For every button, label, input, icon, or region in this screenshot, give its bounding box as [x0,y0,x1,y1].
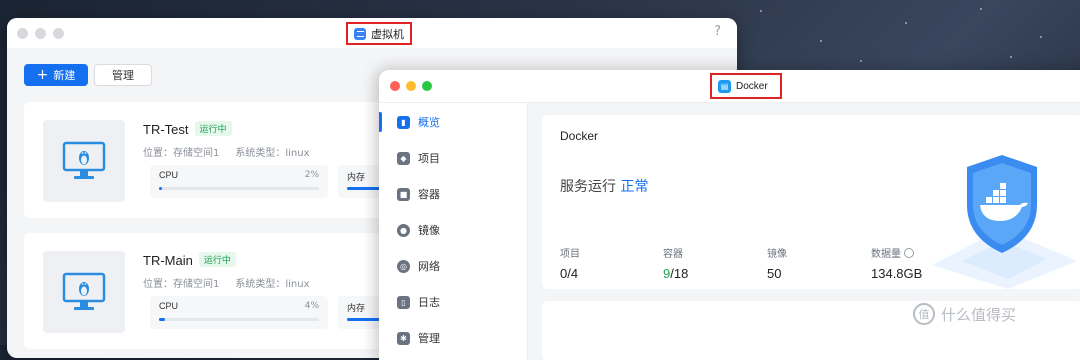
close-dot[interactable] [17,28,28,39]
linux-monitor-icon [43,120,125,202]
plus-icon: + [36,67,49,83]
cpu-track [159,318,319,321]
status-badge: 运行中 [194,121,232,136]
sidebar-item-overview[interactable]: ▮ 概览 [379,109,527,135]
new-vm-button[interactable]: + 新建 [24,64,88,86]
memory-label: 内存 [347,303,366,313]
maximize-dot[interactable] [53,28,64,39]
memory-label: 内存 [347,172,366,182]
vm-location: 位置：存储空间1 [143,279,220,290]
stat-label: 数据量 [871,245,922,260]
sidebar-item-projects[interactable]: ◆ 项目 [379,145,527,171]
docker-window-title: ▤ Docker [710,73,782,99]
sidebar-item-containers[interactable]: ■ 容器 [379,181,527,207]
vm-location: 位置：存储空间1 [143,148,220,159]
cpu-label: CPU [159,301,179,311]
stat-label: 容器 [663,249,683,260]
window-controls [17,28,64,39]
cpu-fill [159,318,166,321]
cpu-meter: CPU 4% [150,296,328,329]
vm-app-icon [354,27,366,40]
docker-title-text: Docker [736,80,768,92]
sidebar-item-label: 日志 [418,296,440,309]
cpu-track [159,187,319,190]
stat-value: 50 [767,266,782,281]
stat-label: 项目 [560,249,580,260]
site-watermark: 值 什么值得买 [913,303,1016,325]
stat-data-size: 数据量 134.8GB [871,245,922,281]
sidebar-item-label: 概览 [418,116,440,129]
docker-shield-illustration [932,155,1077,289]
book-icon: ▯ [397,295,410,309]
data-size-label: 数据量 [871,249,901,260]
watermark-text: 什么值得买 [941,305,1017,324]
sidebar-item-label: 管理 [418,332,440,345]
cpu-label: CPU [159,170,179,180]
sidebar-item-label: 容器 [418,188,440,201]
vm-name: TR-Test 运行中 [143,121,232,137]
docker-whale-icon: ▤ [718,79,731,93]
vm-titlebar: 虚拟机 ? [7,18,737,48]
stat-value: 134.8GB [871,266,923,281]
vm-name-text: TR-Test [143,122,189,137]
sidebar-item-logs[interactable]: ▯ 日志 [379,289,527,315]
minimize-button[interactable] [406,81,416,91]
sidebar-item-label: 项目 [418,152,440,165]
sidebar-item-label: 网络 [418,260,440,273]
stat-value: 0/4 [560,266,579,281]
status-badge: 运行中 [198,252,236,267]
cpu-value: 4% [304,301,319,311]
help-icon[interactable]: ? [714,24,721,39]
vm-os-type: 系统类型：linux [235,148,310,159]
cpu-value: 2% [304,170,319,180]
maximize-button[interactable] [422,81,432,91]
cubes-icon: ◆ [397,151,410,165]
sidebar-item-manage[interactable]: ✱ 管理 [379,325,527,351]
stat-containers: 容器 9/18 [663,245,688,281]
vm-meta: 位置：存储空间1 系统类型：linux [143,144,326,159]
stat-value: 9/18 [663,266,688,281]
cpu-fill [159,187,163,190]
vm-meta: 位置：存储空间1 系统类型：linux [143,275,326,290]
stat-projects: 项目 0/4 [560,245,580,281]
sidebar-item-images[interactable]: ● 镜像 [379,217,527,243]
overview-card: Docker 服务运行 正常 项目 0/4 容器 9/18 镜像 50 数据量 … [542,115,1080,289]
vm-window-title: 虚拟机 [346,22,412,45]
disc-icon: ● [397,223,410,237]
vm-title-text: 虚拟机 [371,27,404,41]
overview-title: Docker [560,129,599,143]
status-value: 正常 [620,179,649,195]
new-button-label: 新建 [53,69,76,82]
info-icon[interactable] [904,248,915,258]
sidebar-item-label: 镜像 [418,224,440,237]
docker-sidebar: ▮ 概览 ◆ 项目 ■ 容器 ● 镜像 ◎ 网络 ▯ 日志 ✱ 管理 [379,103,528,360]
manage-button[interactable]: 管理 [94,64,152,86]
minimize-dot[interactable] [35,28,46,39]
box-icon: ■ [397,187,410,201]
gear-icon: ✱ [397,331,410,345]
vm-os-type: 系统类型：linux [235,279,310,290]
service-status: 服务运行 正常 [560,176,648,196]
stat-label: 镜像 [767,249,787,260]
close-button[interactable] [390,81,400,91]
globe-icon: ◎ [397,259,410,273]
status-prefix: 服务运行 [560,179,616,195]
sidebar-item-network[interactable]: ◎ 网络 [379,253,527,279]
stat-images: 镜像 50 [767,245,787,281]
docker-titlebar: ▤ Docker [379,70,1080,103]
cpu-meter: CPU 2% [150,165,328,198]
watermark-logo: 值 [913,303,935,325]
chart-icon: ▮ [397,115,410,129]
vm-name: TR-Main 运行中 [143,252,236,268]
total-count: /18 [670,266,689,281]
linux-monitor-icon [43,251,125,333]
vm-name-text: TR-Main [143,253,193,268]
